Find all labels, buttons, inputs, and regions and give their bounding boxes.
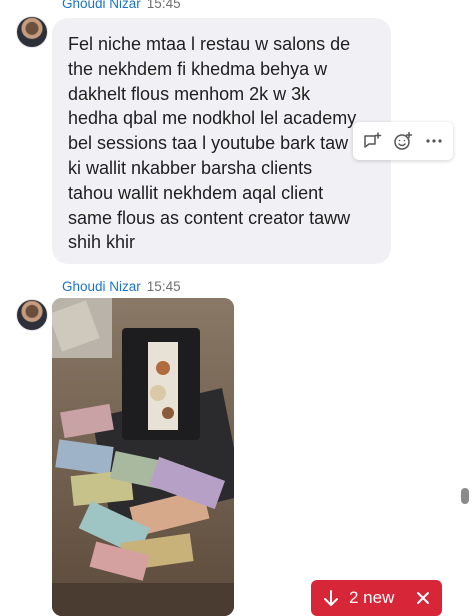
message-bubble[interactable]: Fel niche mtaa l restau w salons de the …	[52, 18, 391, 264]
photo-attachment[interactable]	[52, 298, 234, 616]
message-header: Ghoudi Nizar 15:45	[62, 279, 181, 294]
sender-name[interactable]: Ghoudi Nizar	[62, 0, 141, 11]
scrollbar[interactable]	[458, 0, 472, 616]
scrollbar-thumb[interactable]	[461, 488, 469, 504]
sender-avatar[interactable]	[16, 16, 48, 48]
chat-pane: Ghoudi Nizar 15:45 Fel niche mtaa l resta…	[0, 0, 472, 616]
sender-avatar[interactable]	[16, 299, 48, 331]
reply-icon	[364, 132, 382, 148]
react-icon	[394, 131, 413, 150]
react-button[interactable]	[390, 128, 416, 154]
message-time: 15:45	[146, 0, 181, 11]
reply-button[interactable]	[359, 128, 385, 154]
new-messages-label: 2 new	[349, 588, 395, 607]
new-messages-button[interactable]: 2 new	[311, 580, 442, 616]
message-header: Ghoudi Nizar 15:45	[62, 0, 181, 11]
sender-name[interactable]: Ghoudi Nizar	[62, 279, 141, 294]
message-time: 15:45	[146, 279, 181, 294]
message-text: Fel niche mtaa l restau w salons de the …	[68, 34, 357, 253]
close-icon[interactable]	[416, 591, 430, 605]
message-hover-toolbar	[353, 122, 453, 160]
more-icon	[426, 139, 442, 143]
more-button[interactable]	[421, 128, 447, 154]
arrow-down-icon	[324, 590, 338, 606]
photo-image	[52, 298, 234, 616]
